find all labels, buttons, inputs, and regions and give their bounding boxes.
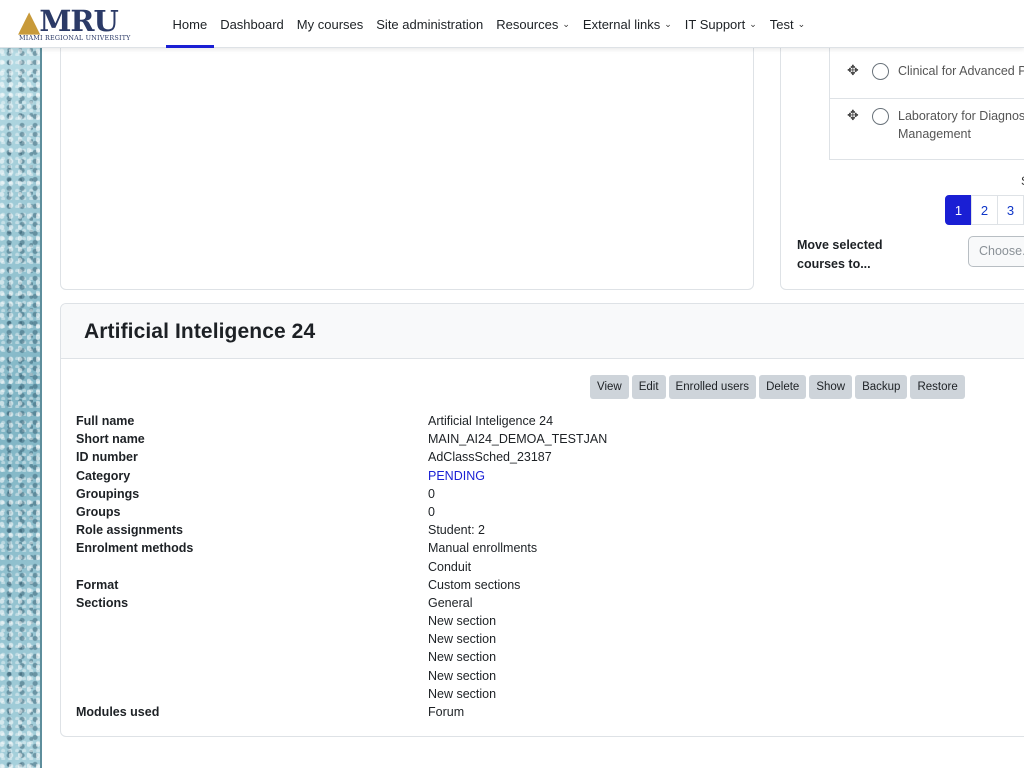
course-list: ✥ Clinical for Advanced Pr ✥ Laboratory …	[829, 31, 1024, 160]
detail-label: Format	[76, 577, 119, 592]
logo-wordmark: ▲MRU	[18, 4, 119, 38]
detail-value: New section	[428, 632, 497, 647]
detail-value: Student: 2	[428, 523, 485, 538]
detail-value: Artificial Inteligence 24	[428, 414, 554, 428]
chevron-down-icon: ⌄	[749, 18, 757, 29]
detail-value: Custom sections	[428, 577, 521, 592]
content-card	[60, 30, 754, 290]
nav-external-links[interactable]: External links ⌄	[576, 0, 678, 48]
detail-value: New section	[428, 686, 497, 701]
page-button-2[interactable]: 2	[971, 195, 998, 225]
top-navbar: ▲MRU MIAMI REGIONAL UNIVERSITY Home Dash…	[0, 0, 1024, 48]
detail-value: Conduit	[428, 559, 472, 574]
list-item[interactable]: ✥ Laboratory for Diagnosi Management	[830, 99, 1024, 160]
detail-value: MAIN_AI24_DEMOA_TESTJAN	[428, 432, 608, 447]
nav-dashboard[interactable]: Dashboard	[214, 0, 291, 48]
primary-navigation: Home Dashboard My courses Site administr…	[166, 0, 812, 48]
nav-resources[interactable]: Resources ⌄	[490, 0, 577, 48]
page-button-1[interactable]: 1	[945, 195, 972, 225]
detail-label: Role assignments	[76, 523, 183, 538]
detail-label: Category	[76, 468, 131, 483]
nav-test[interactable]: Test ⌄	[763, 0, 811, 48]
page-button-3[interactable]: 3	[997, 195, 1024, 225]
course-title: Artificial Inteligence 24	[84, 320, 316, 343]
course-detail-card: Artificial Inteligence 24 View Edit Enro…	[60, 303, 1024, 737]
enrolled-users-button[interactable]: Enrolled users	[668, 375, 757, 399]
chevron-down-icon: ⌄	[664, 18, 672, 29]
restore-button[interactable]: Restore	[910, 375, 965, 399]
logo-triangle-icon: ▲	[18, 4, 40, 38]
detail-label: Sections	[76, 595, 129, 610]
nav-it-support[interactable]: IT Support ⌄	[678, 0, 763, 48]
detail-value: Manual enrollments	[428, 541, 538, 556]
backup-button[interactable]: Backup	[855, 375, 908, 399]
detail-label: Groups	[76, 504, 121, 519]
move-icon[interactable]: ✥	[847, 107, 859, 124]
detail-value: AdClassSched_23187	[428, 450, 552, 465]
detail-label: Groupings	[76, 486, 140, 501]
detail-label: Short name	[76, 432, 145, 447]
course-name[interactable]: Clinical for Advanced Pr	[898, 62, 1024, 80]
detail-value: New section	[428, 614, 497, 629]
move-to-category-select[interactable]: Choose...	[968, 236, 1024, 267]
nav-site-administration[interactable]: Site administration	[370, 0, 490, 48]
view-button[interactable]: View	[590, 375, 629, 399]
background-texture	[0, 48, 42, 768]
detail-value: New section	[428, 668, 497, 683]
nav-my-courses[interactable]: My courses	[290, 0, 369, 48]
detail-label: Full name	[76, 414, 135, 428]
course-name[interactable]: Laboratory for Diagnosi Management	[898, 107, 1024, 143]
move-selected-label: Move selected courses to...	[797, 238, 883, 271]
course-select-radio[interactable]	[872, 108, 889, 125]
course-select-radio[interactable]	[872, 63, 889, 80]
university-logo[interactable]: ▲MRU MIAMI REGIONAL UNIVERSITY	[18, 6, 143, 44]
detail-value: General	[428, 595, 473, 610]
detail-label: Enrolment methods	[76, 541, 194, 556]
detail-value: Forum	[428, 705, 465, 719]
chevron-down-icon: ⌄	[797, 18, 806, 29]
course-list-card: ✥ Clinical for Advanced Pr ✥ Laboratory …	[780, 30, 1024, 290]
detail-value: 0	[428, 486, 435, 501]
show-button[interactable]: Show	[809, 375, 853, 399]
logo-subtitle: MIAMI REGIONAL UNIVERSITY	[19, 34, 131, 42]
detail-value: New section	[428, 650, 497, 665]
nav-home[interactable]: Home	[166, 0, 214, 48]
detail-label: ID number	[76, 450, 138, 465]
category-link[interactable]: PENDING	[428, 467, 728, 485]
course-actions: View Edit Enrolled users Delete Show Bac…	[590, 375, 968, 399]
chevron-down-icon: ⌄	[562, 18, 570, 29]
detail-value: 0	[428, 504, 435, 519]
edit-button[interactable]: Edit	[631, 375, 666, 399]
move-icon[interactable]: ✥	[847, 62, 859, 79]
detail-label: Modules used	[76, 705, 160, 719]
delete-button[interactable]: Delete	[759, 375, 807, 399]
pagination: 1 2 3	[945, 195, 1024, 225]
course-header: Artificial Inteligence 24	[61, 304, 1024, 359]
